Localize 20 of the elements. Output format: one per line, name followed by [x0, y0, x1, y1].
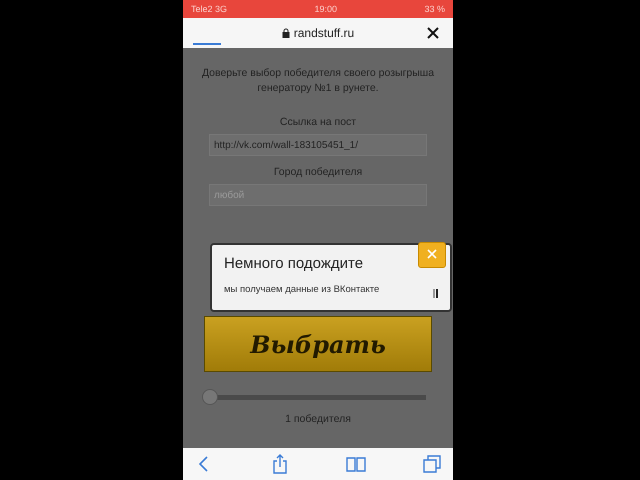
dialog-message: мы получаем данные из ВКонтакте: [224, 284, 380, 295]
intro-text: Доверьте выбор победителя своего розыгрыша генератору №1 в рунете.: [200, 66, 436, 96]
slider-thumb[interactable]: [202, 389, 218, 405]
address-bar[interactable]: randstuff.ru: [183, 18, 453, 48]
post-label: Ссылка на пост: [280, 116, 356, 128]
tabs-icon[interactable]: [421, 453, 443, 475]
carrier-label: Tele2 3G: [191, 4, 228, 14]
close-button[interactable]: [425, 25, 441, 41]
domain-text: randstuff.ru: [294, 26, 354, 40]
loading-icon: [433, 289, 438, 298]
post-link-field[interactable]: http://vk.com/wall-183105451_1/: [209, 134, 427, 156]
choose-button[interactable]: Выбрать: [204, 316, 432, 372]
city-label: Город победителя: [274, 166, 362, 178]
dialog-title: Немного подождите: [224, 255, 364, 272]
clock-time: 19:00: [314, 4, 338, 14]
lock-icon: [282, 28, 290, 38]
close-icon: [425, 25, 441, 41]
winners-count: 1 победителя: [285, 413, 351, 425]
close-icon: [426, 248, 438, 260]
battery-label: 33 %: [424, 4, 445, 14]
